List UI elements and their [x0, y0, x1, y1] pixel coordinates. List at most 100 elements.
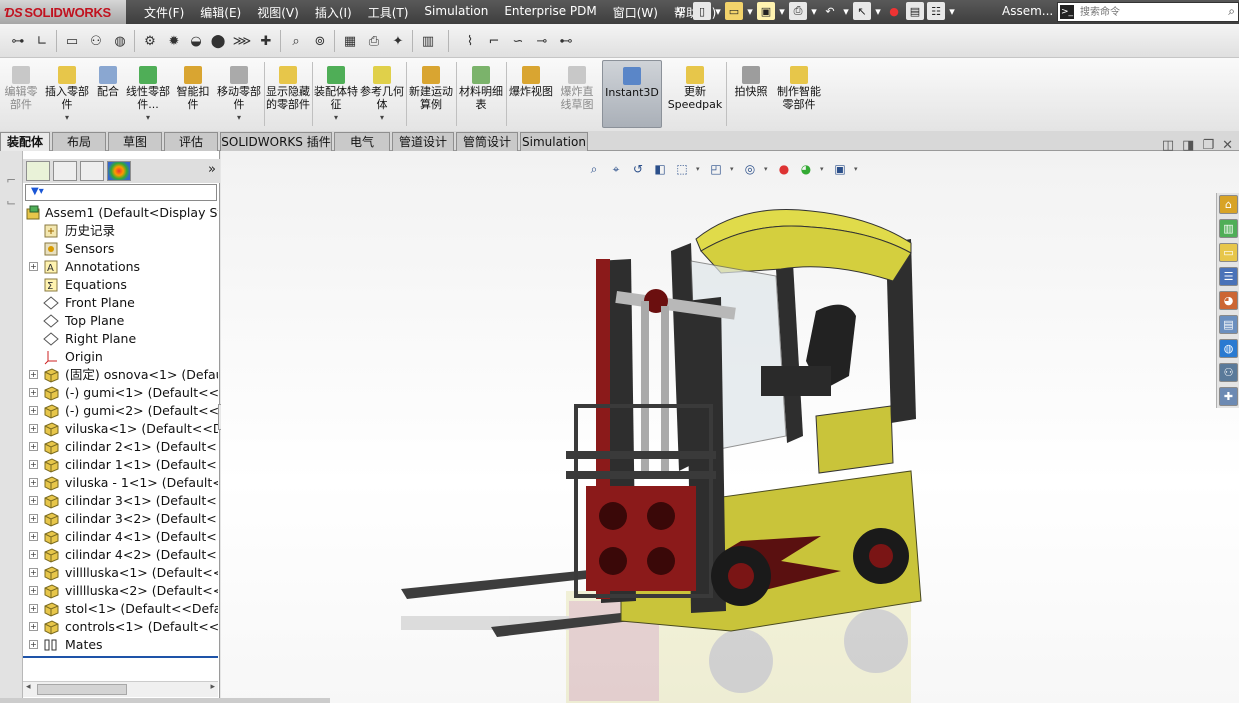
scroll-thumb[interactable]: [37, 684, 127, 695]
expand-toggle-icon[interactable]: +: [29, 442, 38, 451]
tab-solidworks-addins[interactable]: SOLIDWORKS 插件: [220, 132, 332, 151]
globe-icon[interactable]: ◍: [110, 31, 130, 51]
tree-filter-box[interactable]: ▼▾: [25, 184, 217, 201]
assembly-features-button[interactable]: 装配体特征 ▾: [314, 60, 358, 128]
scroll-left-icon[interactable]: ◂: [26, 682, 31, 692]
cross-icon[interactable]: ✚: [256, 31, 276, 51]
bowl-icon[interactable]: ◒: [186, 31, 206, 51]
move-component-button[interactable]: 移动零部件 ▾: [216, 60, 262, 128]
search-icon[interactable]: ⌕: [1228, 4, 1235, 19]
printer-icon[interactable]: ⎙: [364, 31, 384, 51]
expand-toggle-icon[interactable]: +: [29, 586, 38, 595]
solidworks-resources-icon[interactable]: ◍: [1219, 339, 1238, 358]
insert-component-button[interactable]: 插入零部件 ▾: [44, 60, 90, 128]
expand-toggle-icon[interactable]: +: [29, 388, 38, 397]
show-hidden-components-button[interactable]: 显示隐藏的零部件: [266, 60, 310, 128]
graphics-area[interactable]: [221, 151, 1239, 703]
new-document-icon[interactable]: ▯: [693, 2, 711, 20]
dropdown-icon[interactable]: ▾: [730, 165, 736, 173]
tab-piping[interactable]: 管道设计: [392, 132, 454, 151]
open-folder-icon[interactable]: ▭: [725, 2, 743, 20]
location-pin-icon[interactable]: ⬤: [208, 31, 228, 51]
display-style-icon[interactable]: ◰: [708, 161, 724, 177]
expand-toggle-icon[interactable]: +: [29, 532, 38, 541]
dropdown-icon[interactable]: ▾: [764, 165, 770, 173]
menu-tools[interactable]: 工具(T): [360, 0, 417, 24]
tab-assembly[interactable]: 装配体: [0, 132, 50, 151]
hide-show-items-icon[interactable]: ◎: [742, 161, 758, 177]
dropdown-icon[interactable]: ▾: [778, 2, 786, 20]
panel-split-icon[interactable]: ◨: [1182, 138, 1194, 153]
undo-icon[interactable]: ↶: [821, 2, 839, 20]
tree-horizontal-scrollbar[interactable]: ◂ ▸: [23, 681, 218, 697]
tab-electrical[interactable]: 电气: [334, 132, 390, 151]
pipe-route-icon[interactable]: ⌇: [460, 31, 480, 51]
binoculars-icon[interactable]: ⊚: [310, 31, 330, 51]
configuration-manager-tab-icon[interactable]: [80, 161, 104, 181]
solidworks-logo[interactable]: ƊS SOLIDWORKS: [0, 0, 126, 24]
previous-view-icon[interactable]: ↺: [630, 161, 646, 177]
select-arrow-icon[interactable]: ↖: [853, 2, 871, 20]
sketch-icon[interactable]: ⌐: [3, 173, 19, 189]
expand-toggle-icon[interactable]: +: [29, 550, 38, 559]
smart-fasteners-button[interactable]: 智能扣件: [172, 60, 214, 128]
options-icon[interactable]: ☷: [927, 2, 945, 20]
expand-toggle-icon[interactable]: +: [29, 640, 38, 649]
excel-icon[interactable]: ▦: [340, 31, 360, 51]
expand-toggle-icon[interactable]: +: [29, 604, 38, 613]
sparkle-icon[interactable]: ✦: [388, 31, 408, 51]
dropdown-icon[interactable]: ▾: [714, 2, 722, 20]
tube-icon[interactable]: ⊸: [532, 31, 552, 51]
link-icon[interactable]: ⊶: [8, 31, 28, 51]
tab-sketch[interactable]: 草图: [108, 132, 162, 151]
scroll-right-icon[interactable]: ▸: [210, 682, 215, 692]
tab-layout[interactable]: 布局: [52, 132, 106, 151]
feature-tree-tab-icon[interactable]: [26, 161, 50, 181]
menu-view[interactable]: 视图(V): [249, 0, 307, 24]
section-view-icon[interactable]: ◧: [652, 161, 668, 177]
print-icon[interactable]: ⎙: [789, 2, 807, 20]
edit-appearance-icon[interactable]: ●: [776, 161, 792, 177]
property-manager-tab-icon[interactable]: [53, 161, 77, 181]
view-settings-icon[interactable]: ▣: [832, 161, 848, 177]
monitor-icon[interactable]: ▭: [62, 31, 82, 51]
expand-toggle-icon[interactable]: +: [29, 622, 38, 631]
expand-toggle-icon[interactable]: +: [29, 478, 38, 487]
instant3d-button[interactable]: Instant3D: [602, 60, 662, 128]
expand-toggle-icon[interactable]: +: [29, 496, 38, 505]
rollback-bar[interactable]: [23, 656, 218, 658]
new-motion-study-button[interactable]: 新建运动算例: [408, 60, 454, 128]
design-library-icon[interactable]: ▥: [1219, 219, 1238, 238]
file-properties-icon[interactable]: ▤: [906, 2, 924, 20]
dropdown-icon[interactable]: ▾: [874, 2, 882, 20]
corner-icon[interactable]: ∟: [32, 31, 52, 51]
file-explorer-icon[interactable]: ▭: [1219, 243, 1238, 262]
toolbox-icon[interactable]: ✚: [1219, 387, 1238, 406]
menu-window[interactable]: 窗口(W): [605, 0, 666, 24]
zoom-to-fit-icon[interactable]: ⌕: [586, 161, 602, 177]
apply-scene-icon[interactable]: ◕: [798, 161, 814, 177]
expand-chevron-icon[interactable]: »: [208, 162, 216, 177]
reference-geometry-button[interactable]: 参考几何体 ▾: [360, 60, 404, 128]
pin-icon[interactable]: ⚲: [672, 2, 690, 20]
home-icon[interactable]: ⌂: [1219, 195, 1238, 214]
magnifier-icon[interactable]: ⌕: [286, 31, 306, 51]
appearances-icon[interactable]: ◕: [1219, 291, 1238, 310]
expand-toggle-icon[interactable]: +: [29, 514, 38, 523]
expand-toggle-icon[interactable]: +: [29, 262, 38, 271]
tab-evaluate[interactable]: 评估: [164, 132, 218, 151]
tree-icon[interactable]: ⚇: [86, 31, 106, 51]
exploded-view-button[interactable]: 爆炸视图: [508, 60, 554, 128]
view-orientation-icon[interactable]: ⬚: [674, 161, 690, 177]
linear-pattern-button[interactable]: 线性零部件... ▾: [126, 60, 170, 128]
custom-properties-icon[interactable]: ▤: [1219, 315, 1238, 334]
search-results-icon[interactable]: ☰: [1219, 267, 1238, 286]
dropdown-icon[interactable]: ▾: [854, 165, 860, 173]
save-icon[interactable]: ▣: [757, 2, 775, 20]
expand-toggle-icon[interactable]: +: [29, 424, 38, 433]
expand-toggle-icon[interactable]: +: [29, 460, 38, 469]
menu-simulation[interactable]: Simulation: [416, 0, 496, 24]
tab-tubing[interactable]: 管筒设计: [456, 132, 518, 151]
menu-insert[interactable]: 插入(I): [307, 0, 360, 24]
fitting-icon[interactable]: ⊷: [556, 31, 576, 51]
